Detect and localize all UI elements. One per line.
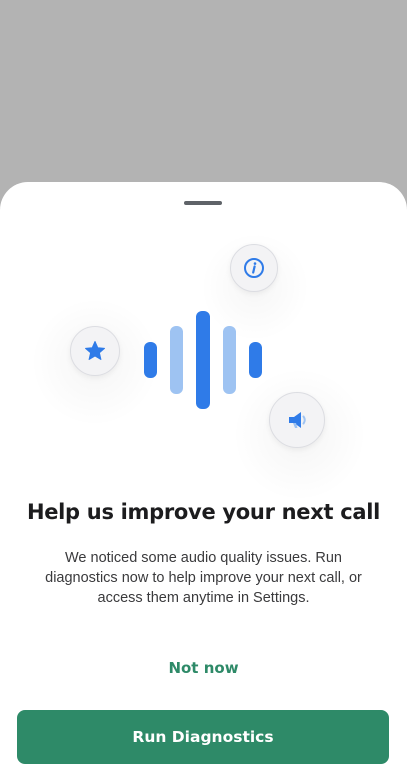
wave-bar xyxy=(196,311,210,409)
star-icon xyxy=(70,326,120,376)
audio-diagnostics-illustration xyxy=(0,182,407,502)
megaphone-icon xyxy=(269,392,325,448)
bottom-sheet: Help us improve your next call We notice… xyxy=(0,182,407,781)
run-diagnostics-button[interactable]: Run Diagnostics xyxy=(17,710,389,764)
wave-bar xyxy=(249,342,262,378)
wave-bar xyxy=(223,326,236,394)
not-now-button[interactable]: Not now xyxy=(0,659,407,677)
wave-bar xyxy=(144,342,157,378)
sheet-description: We noticed some audio quality issues. Ru… xyxy=(45,550,362,606)
info-icon xyxy=(230,244,278,292)
sheet-title: Help us improve your next call xyxy=(26,500,381,524)
wave-bar xyxy=(170,326,183,394)
